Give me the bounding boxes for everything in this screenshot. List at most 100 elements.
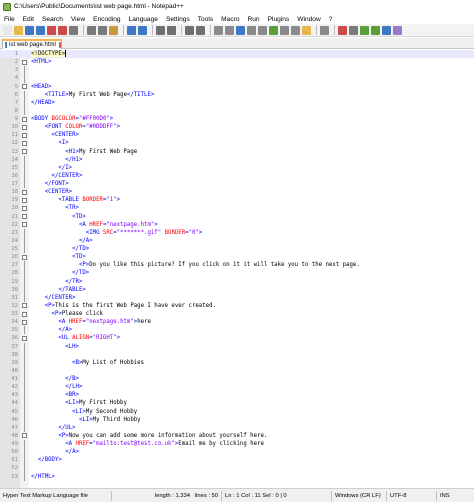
code-line[interactable]: 48 <P>Now you can add some more informat… xyxy=(0,432,474,440)
code-line[interactable]: 25 </TD> xyxy=(0,245,474,254)
fold-toggle-icon[interactable] xyxy=(22,59,27,65)
code-line[interactable]: 41 </B> xyxy=(0,375,474,384)
code-line[interactable]: 53 </HTML> xyxy=(0,472,474,481)
tab-close-icon[interactable] xyxy=(58,42,61,48)
code-line[interactable]: 14 </H1> xyxy=(0,155,474,164)
code-line[interactable]: 44 <LI>My First Hobby xyxy=(0,399,474,408)
menu-search[interactable]: Search xyxy=(42,16,63,23)
code-line[interactable]: 21 <TD> xyxy=(0,213,474,221)
user-lang-icon[interactable] xyxy=(269,25,278,35)
code-line[interactable]: 19 <TABLE BORDER="1"> xyxy=(0,196,474,204)
code-line[interactable]: 9 <BODY BGCOLOR="#FF00D0"> xyxy=(0,115,474,123)
menu-settings[interactable]: Settings xyxy=(166,16,190,23)
menu-language[interactable]: Language xyxy=(129,16,158,23)
fold-toggle-icon[interactable] xyxy=(22,140,27,146)
code-line[interactable]: 39 <B>My List of Hobbies xyxy=(0,358,474,367)
code-line[interactable]: 38 xyxy=(0,350,474,359)
new-file-icon[interactable] xyxy=(3,25,12,35)
code-line[interactable]: 8 xyxy=(0,106,474,115)
close-all-icon[interactable] xyxy=(58,25,67,35)
cut-icon[interactable] xyxy=(87,25,96,35)
fold-toggle-icon[interactable] xyxy=(22,84,27,90)
record-macro-icon[interactable] xyxy=(338,25,347,35)
menu-macro[interactable]: Macro xyxy=(221,16,239,23)
code-line[interactable]: 1 <!DOCTYPE> xyxy=(0,50,474,59)
code-line[interactable]: 43 <BR> xyxy=(0,391,474,400)
fold-toggle-icon[interactable] xyxy=(22,189,27,195)
code-line[interactable]: 28 </TD> xyxy=(0,269,474,278)
code-line[interactable]: 15 </I> xyxy=(0,163,474,172)
code-line[interactable]: 11 <CENTER> xyxy=(0,131,474,139)
code-line[interactable]: 27 <P>Do you like this picture? If you c… xyxy=(0,261,474,270)
function-list-icon[interactable] xyxy=(291,25,300,35)
doc-map-icon[interactable] xyxy=(280,25,289,35)
zoom-in-icon[interactable] xyxy=(185,25,194,35)
code-line[interactable]: 7 </HEAD> xyxy=(0,98,474,107)
code-line[interactable]: 24 </A> xyxy=(0,236,474,245)
save-icon[interactable] xyxy=(25,25,34,35)
fold-toggle-icon[interactable] xyxy=(22,205,27,211)
code-line[interactable]: 22 <A HREF="nextpage.htm"> xyxy=(0,221,474,229)
close-icon[interactable] xyxy=(47,25,56,35)
code-line[interactable]: 35 </A> xyxy=(0,326,474,335)
fold-toggle-icon[interactable] xyxy=(22,335,27,341)
misc-icon[interactable] xyxy=(393,25,402,35)
code-line[interactable]: 3 xyxy=(0,66,474,75)
code-line[interactable]: 34 <A HREF="nextpage.htm">here xyxy=(0,318,474,326)
code-line[interactable]: 4 xyxy=(0,74,474,83)
menu-tools[interactable]: Tools xyxy=(198,16,213,23)
status-encoding[interactable]: UTF-8 xyxy=(387,490,437,501)
code-line[interactable]: 42 </LH> xyxy=(0,383,474,392)
code-line[interactable]: 13 <H1>My First Web Page xyxy=(0,148,474,156)
sync-vertical-icon[interactable] xyxy=(214,25,223,35)
code-line[interactable]: 10 <FONT COLOR="#0DDDFF"> xyxy=(0,123,474,131)
code-line[interactable]: 51 </BODY> xyxy=(0,456,474,465)
code-line[interactable]: 23 <IMG SRC="*******.gif" BORDER="0"> xyxy=(0,228,474,237)
folder-workspace-icon[interactable] xyxy=(302,25,311,35)
show-all-chars-icon[interactable] xyxy=(247,25,256,35)
code-line[interactable]: 50 </A> xyxy=(0,448,474,457)
fold-toggle-icon[interactable] xyxy=(22,197,27,203)
code-line[interactable]: 6 <TITLE>My First Web Page</TITLE> xyxy=(0,90,474,99)
code-line[interactable]: 29 </TR> xyxy=(0,277,474,286)
code-line[interactable]: 37 <LH> xyxy=(0,342,474,351)
open-file-icon[interactable] xyxy=(14,25,23,35)
fold-toggle-icon[interactable] xyxy=(22,124,27,130)
code-line[interactable]: 2 <HTML> xyxy=(0,58,474,66)
fold-toggle-icon[interactable] xyxy=(22,132,27,138)
sync-horizontal-icon[interactable] xyxy=(225,25,234,35)
menu-window[interactable]: Window xyxy=(297,16,320,23)
menu-edit[interactable]: Edit xyxy=(23,16,34,23)
code-line[interactable]: 45 <LI>My Second Hobby xyxy=(0,407,474,416)
fold-toggle-icon[interactable] xyxy=(22,149,27,155)
word-wrap-icon[interactable] xyxy=(236,25,245,35)
code-line[interactable]: 12 <I> xyxy=(0,139,474,147)
code-line[interactable]: 47 </UL> xyxy=(0,423,474,432)
fold-toggle-icon[interactable] xyxy=(22,214,27,220)
code-editor[interactable]: 1 <!DOCTYPE> 2 <HTML> 3 4 5 <HEAD> 6 <TITLE>My F… xyxy=(0,50,474,488)
fold-toggle-icon[interactable] xyxy=(22,222,27,228)
save-macro-icon[interactable] xyxy=(382,25,391,35)
menu-encoding[interactable]: Encoding xyxy=(93,16,121,23)
fold-toggle-icon[interactable] xyxy=(22,254,27,260)
fold-toggle-icon[interactable] xyxy=(22,311,27,317)
code-line[interactable]: 30 </TABLE> xyxy=(0,285,474,294)
indent-guide-icon[interactable] xyxy=(258,25,267,35)
code-line[interactable]: 33 <P>Please click xyxy=(0,310,474,318)
undo-icon[interactable] xyxy=(127,25,136,35)
code-line[interactable]: 20 <TR> xyxy=(0,204,474,212)
status-insert-mode[interactable]: INS xyxy=(437,491,474,501)
find-icon[interactable] xyxy=(156,25,165,35)
menu-run[interactable]: Run xyxy=(248,16,260,23)
code-line[interactable]: 17 </FONT> xyxy=(0,180,474,189)
menu-file[interactable]: File xyxy=(4,16,15,23)
code-line[interactable]: 26 <TD> xyxy=(0,253,474,261)
fold-toggle-icon[interactable] xyxy=(22,319,27,325)
redo-icon[interactable] xyxy=(138,25,147,35)
menu-view[interactable]: View xyxy=(71,16,85,23)
code-line[interactable]: 52 xyxy=(0,464,474,473)
replace-icon[interactable] xyxy=(167,25,176,35)
menu-plugins[interactable]: Plugins xyxy=(268,16,290,23)
fold-toggle-icon[interactable] xyxy=(22,303,27,309)
tab-ist-web-page[interactable]: ist web page.html xyxy=(2,39,62,49)
